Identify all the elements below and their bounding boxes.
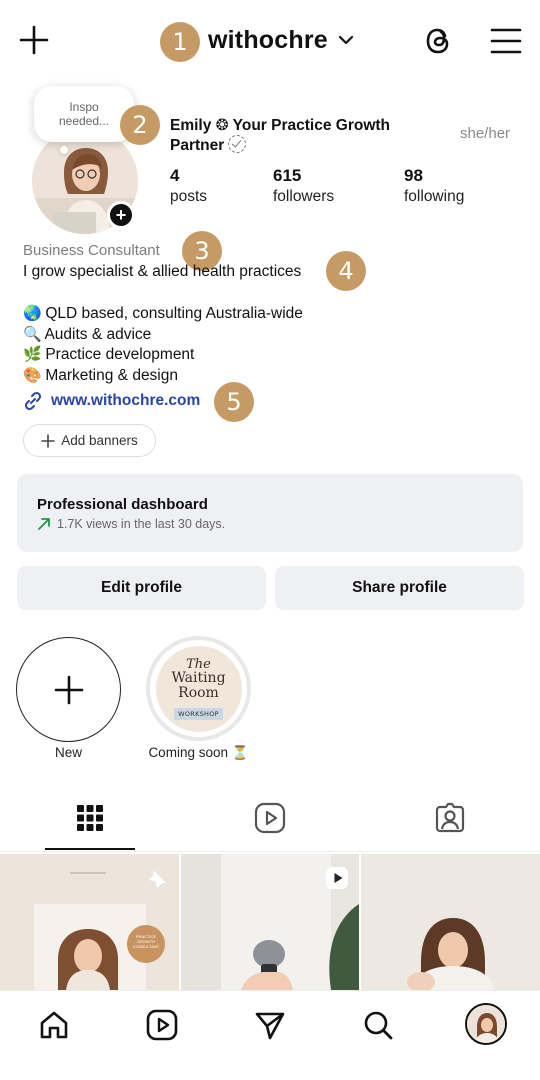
cover-tag: WORKSHOP <box>174 707 223 720</box>
profile-avatar[interactable] <box>465 1003 507 1045</box>
pin-icon <box>144 866 170 897</box>
share-profile-button[interactable]: Share profile <box>275 566 524 610</box>
bio-line-text: Practice development <box>45 346 195 363</box>
cover-text: The <box>186 656 211 672</box>
post-tile[interactable] <box>181 854 359 990</box>
dashboard-subtitle-row: 1.7K views in the last 30 days. <box>37 517 503 531</box>
annotation-badge-2: 2 <box>120 105 160 145</box>
search-icon[interactable] <box>360 1007 396 1043</box>
bottom-navigation <box>0 990 540 1080</box>
new-highlight-button[interactable] <box>16 637 121 742</box>
stat-posts[interactable]: 4 posts <box>170 166 207 206</box>
annotation-badge-4: 4 <box>326 251 366 291</box>
bio-line: 🎨 Marketing & design <box>23 366 178 385</box>
highlight-coming-soon[interactable]: The Waiting Room WORKSHOP <box>146 636 251 741</box>
reel-indicator-icon <box>325 866 349 895</box>
tagged-icon[interactable] <box>432 800 468 836</box>
stat-followers[interactable]: 615 followers <box>273 166 334 206</box>
note-bubble-tail <box>60 146 68 154</box>
stat-posts-value: 4 <box>170 166 180 185</box>
globe-emoji-icon: 🌏 <box>23 304 42 322</box>
website-link-text[interactable]: www.withochre.com <box>51 392 200 410</box>
magnifier-emoji-icon: 🔍 <box>23 325 42 343</box>
grid-icon[interactable] <box>72 800 108 836</box>
top-bar: 1 withochre <box>0 0 540 80</box>
bio-line-text: QLD based, consulting Australia-wide <box>45 305 303 322</box>
category-label: Business Consultant <box>23 242 160 259</box>
stat-followers-value: 615 <box>273 166 302 185</box>
verified-badge-icon <box>228 135 247 153</box>
dashboard-title: Professional dashboard <box>37 496 208 513</box>
link-icon <box>24 391 42 411</box>
note-text-line2: needed... <box>58 114 110 128</box>
pronouns: she/her <box>460 125 511 142</box>
post-overlay-text: PRACTICE GROWTH CONSULTANT <box>132 934 160 949</box>
post-tile[interactable]: PRACTICE GROWTH CONSULTANT <box>0 854 179 990</box>
highlight-cover: The Waiting Room WORKSHOP <box>155 645 242 732</box>
threads-icon[interactable] <box>420 22 456 60</box>
dashboard-subtitle: 1.7K views in the last 30 days. <box>57 517 226 531</box>
stat-following-label: following <box>404 188 465 205</box>
chevron-down-icon[interactable] <box>336 32 356 48</box>
direct-message-icon[interactable] <box>252 1007 288 1043</box>
herb-emoji-icon: 🌿 <box>23 345 42 363</box>
stat-following-value: 98 <box>404 166 423 185</box>
palette-emoji-icon: 🎨 <box>23 366 42 384</box>
stat-followers-label: followers <box>273 188 335 205</box>
bio-line-text: Audits & advice <box>44 326 152 343</box>
full-name: Emily ❂ Your Practice Growth Partner <box>170 116 440 155</box>
note-bubble[interactable]: Inspo needed... <box>34 86 134 142</box>
bio-line: 🔍 Audits & advice <box>23 325 151 344</box>
full-name-line1: Emily ❂ Your Practice Growth <box>170 117 391 134</box>
full-name-line2: Partner <box>170 137 225 154</box>
annotation-badge-5: 5 <box>214 382 254 422</box>
add-banners-button[interactable]: Add banners <box>23 424 156 457</box>
bio-line: 🌿 Practice development <box>23 345 194 364</box>
annotation-badge-1: 1 <box>160 22 200 62</box>
note-text-line1: Inspo <box>69 100 99 114</box>
edit-profile-button[interactable]: Edit profile <box>17 566 266 610</box>
trend-up-arrow-icon <box>38 518 50 530</box>
reels-icon[interactable] <box>144 1007 180 1043</box>
plus-icon <box>54 675 83 704</box>
content-tabs <box>0 790 540 852</box>
website-link[interactable]: www.withochre.com <box>23 391 200 411</box>
highlight-label-coming-soon: Coming soon ⏳ <box>148 745 249 760</box>
cover-text: Waiting <box>171 669 226 686</box>
reels-icon[interactable] <box>252 800 288 836</box>
stat-posts-label: posts <box>170 188 208 205</box>
plus-icon <box>41 433 56 448</box>
username[interactable]: withochre <box>208 26 328 55</box>
stat-following[interactable]: 98 following <box>404 166 464 206</box>
add-story-button[interactable]: + <box>107 201 135 229</box>
active-tab-indicator <box>45 848 135 850</box>
professional-dashboard[interactable]: Professional dashboard 1.7K views in the… <box>17 474 523 552</box>
cover-text: Room <box>178 684 219 701</box>
bio-line: 🌏 QLD based, consulting Australia-wide <box>23 304 303 323</box>
add-banners-label: Add banners <box>61 433 138 448</box>
bio-line-text: Marketing & design <box>45 367 178 384</box>
hamburger-menu-icon[interactable] <box>488 24 524 58</box>
home-icon[interactable] <box>36 1007 72 1043</box>
highlight-label-new: New <box>54 745 82 760</box>
bio-line: I grow specialist & allied health practi… <box>23 263 302 280</box>
plus-icon[interactable] <box>16 22 52 58</box>
post-tile[interactable] <box>361 854 540 990</box>
